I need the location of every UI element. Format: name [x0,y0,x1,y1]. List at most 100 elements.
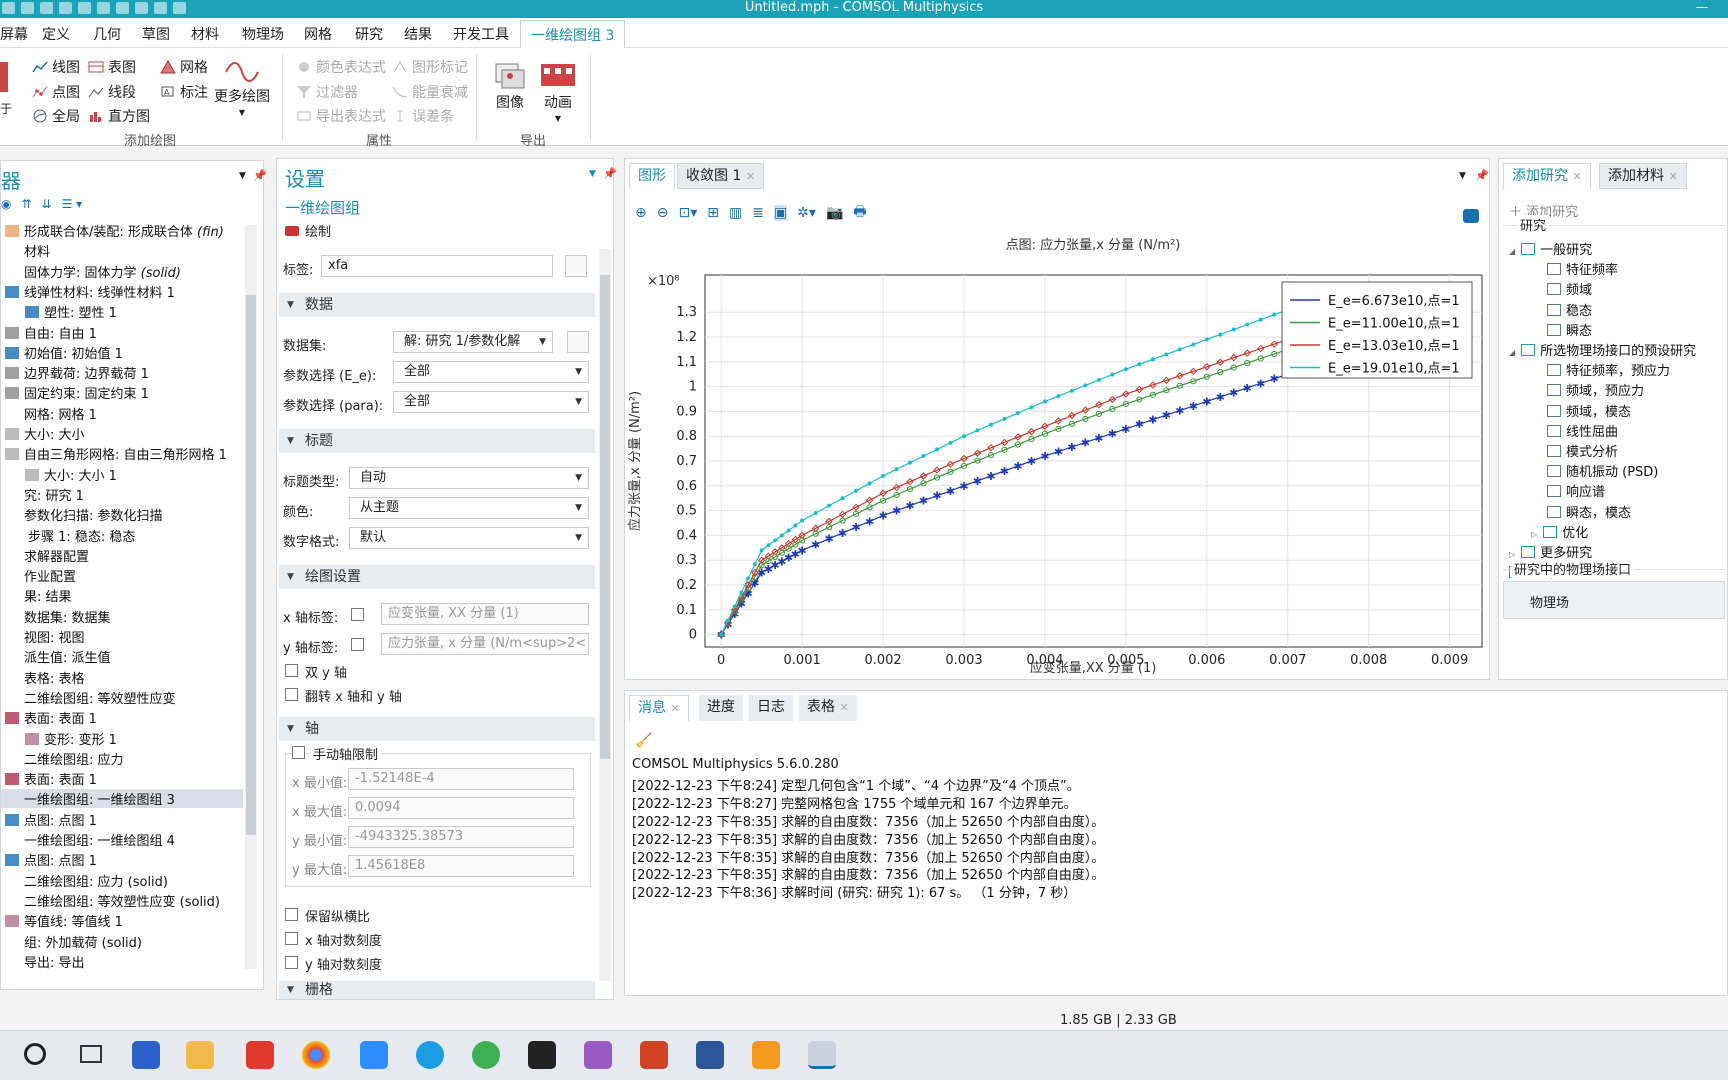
tree-node[interactable]: 一维绘图组: 一维绘图组 4 [1,830,243,849]
param-para-select[interactable]: 全部 [393,391,589,413]
tree-node[interactable]: 大小: 大小 [1,424,243,443]
paint-app-icon[interactable] [584,1041,612,1069]
tree-node[interactable]: 二维绘图组: 应力 (solid) [1,871,243,890]
zoom-app-icon[interactable] [360,1041,388,1069]
tab-materials[interactable]: 材料 [191,24,219,44]
tree-node[interactable]: 表面: 表面 1 [1,769,243,788]
tree-node[interactable]: 表面: 表面 1 [1,708,243,727]
pin-icon[interactable]: 📌 [1475,169,1489,182]
close-icon[interactable]: ✕ [839,701,848,714]
word-icon[interactable] [696,1041,724,1069]
tree-node[interactable]: 自由三角形网格: 自由三角形网格 1 [1,444,243,463]
minimize-icon[interactable]: — [1696,0,1708,14]
plot-button[interactable]: 绘制 [285,221,331,240]
expand-icon[interactable]: ⇊ [42,197,52,211]
study-item[interactable]: 频域 [1499,279,1592,298]
tab-table[interactable]: 表格 ✕ [799,695,857,721]
youdao-icon[interactable] [246,1041,274,1069]
tab-add-study[interactable]: 添加研究 ✕ [1503,163,1591,189]
tree-node[interactable]: 点图: 点图 1 [1,810,243,829]
param-ee-select[interactable]: 全部 [393,361,589,383]
color-select[interactable]: 从主题 [349,497,589,519]
pin-icon[interactable]: 📌 [603,167,617,180]
color-expression-button[interactable]: 颜色表达式 [296,57,386,77]
browser-icon[interactable] [472,1041,500,1069]
expander-icon[interactable]: ◢ [1509,348,1515,357]
legend-icon[interactable]: ≣ [752,205,764,221]
tree-node[interactable]: 果: 结果 [1,586,243,605]
axis-icon[interactable]: ▣ [773,205,788,221]
tree-node[interactable]: 点图: 点图 1 [1,850,243,869]
tree-node[interactable]: 初始值: 初始值 1 [1,343,243,362]
zoom-in-icon[interactable]: ⊕ [635,205,647,221]
title-section[interactable]: 标题 [279,429,595,453]
study-item[interactable]: 稳态 [1499,300,1592,319]
scrollbar-thumb[interactable] [600,275,610,759]
manual-limits-checkbox[interactable] [292,746,305,759]
tab-physics[interactable]: 物理场 [242,24,284,44]
start-app-icon[interactable] [132,1041,160,1069]
close-icon[interactable]: ✕ [746,170,755,183]
grid-section[interactable]: 栅格 [279,981,595,999]
number-format-select[interactable]: 默认 [349,527,589,549]
search-icon[interactable] [24,1043,46,1065]
tree-node[interactable]: 参数化扫描: 参数化扫描 [1,505,243,524]
energy-decay-button[interactable]: 能量衰减 [392,82,468,102]
tab-study[interactable]: 研究 [355,24,383,44]
error-bar-button[interactable]: 误差条 [392,106,454,126]
plot-settings-section[interactable]: 绘图设置 [279,565,595,589]
camera-icon[interactable]: 📷 [826,205,843,221]
label-input[interactable]: xfa [321,255,553,277]
study-item[interactable]: ◢ 所选物理场接口的预设研究 [1499,340,1696,359]
tab-1d-plot-group[interactable]: 一维绘图组 3 [520,20,626,48]
close-icon[interactable]: ✕ [670,702,679,715]
zy-app-icon[interactable] [528,1041,556,1069]
tree-node[interactable]: 网格: 网格 1 [1,404,243,423]
chrome-icon[interactable] [302,1041,330,1069]
tree-node[interactable]: 一维绘图组: 一维绘图组 3 [1,789,243,809]
tree-node[interactable]: 二维绘图组: 应力 [1,749,243,768]
tree-node[interactable]: 二维绘图组: 等效塑性应变 (solid) [1,891,243,910]
line-segments-button[interactable]: 线段 [88,82,136,102]
study-item[interactable]: 随机振动 (PSD) [1499,461,1658,480]
print-icon[interactable]: 🖶 [853,201,866,225]
tab-geometry[interactable]: 几何 [93,24,121,44]
tab-graphics[interactable]: 图形 [629,163,675,189]
tab-messages[interactable]: 消息 ✕ [629,695,689,721]
task-view-icon[interactable] [80,1045,102,1063]
tree-node[interactable]: 自由: 自由 1 [1,323,243,342]
study-item[interactable]: 瞬态 [1499,320,1592,339]
animation-export-button[interactable]: 动画 ▼ [540,60,576,123]
dataset-select[interactable]: 解: 研究 1/参数化解 [393,331,553,353]
xaxis-label-input[interactable]: 应变张量, XX 分量 (1) [381,603,589,625]
tab-definitions[interactable]: 定义 [42,24,70,44]
expander-icon[interactable]: ▷ [1531,530,1537,539]
tab-add-material[interactable]: 添加材料 ✕ [1599,163,1687,189]
plot-icon[interactable] [0,62,8,92]
study-item[interactable]: ◢ 一般研究 [1499,239,1592,258]
xmax-input[interactable]: 0.0094 [348,797,574,819]
study-item[interactable]: 频域，预应力 [1499,380,1644,399]
close-icon[interactable]: ✕ [1668,170,1677,183]
tab-sketch[interactable]: 草图 [142,24,170,44]
tree-node[interactable]: 组: 外加载荷 (solid) [1,932,243,951]
xaxis-label-checkbox[interactable] [351,608,364,621]
xmin-input[interactable]: -1.52148E-4 [348,768,574,790]
tab-convergence-plot[interactable]: 收敛图 1 ✕ [677,163,765,189]
tree-node[interactable]: 二维绘图组: 等效塑性应变 [1,688,243,707]
table-graph-button[interactable]: 表图 [88,57,136,77]
ylog-checkbox[interactable] [285,956,298,969]
ymin-input[interactable]: -4943325.38573 [348,826,574,848]
ymax-input[interactable]: 1.45618E8 [348,855,574,877]
tree-node[interactable]: 固体力学: 固体力学 (solid) [1,262,243,281]
tree-node[interactable]: 线弹性材料: 线弹性材料 1 [1,282,243,301]
line-graph-button[interactable]: 线图 [32,57,80,77]
export-expression-button[interactable]: 导出表达式 [296,106,386,126]
zoom-out-icon[interactable]: ⊖ [657,205,669,221]
tree-node[interactable]: 材料 [1,241,243,260]
study-item[interactable]: 特征频率，预应力 [1499,360,1670,379]
list-icon[interactable]: ☰ ▾ [62,197,83,211]
study-item[interactable]: 频域，模态 [1499,401,1631,420]
title-type-select[interactable]: 自动 [349,467,589,489]
mesh-button[interactable]: 网格 [160,57,208,77]
